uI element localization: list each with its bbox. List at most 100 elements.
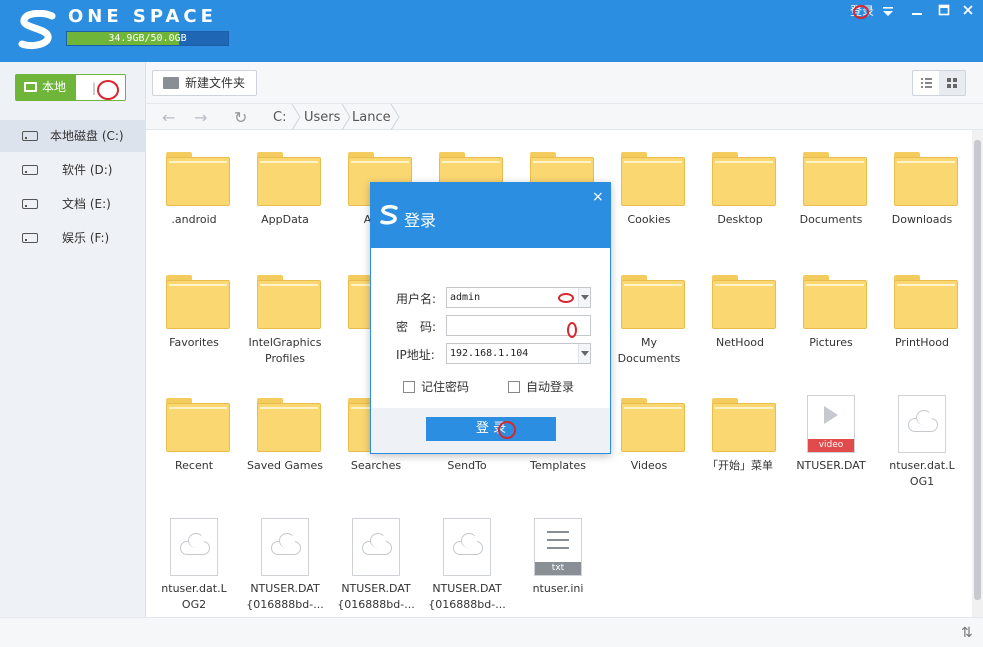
dialog-header: 登录 × (371, 183, 610, 248)
folder-item[interactable]: 「开始」菜单 (695, 398, 785, 498)
maximize-icon[interactable] (938, 1, 950, 19)
item-label: NTUSER.DAT {016888bd-... (246, 582, 324, 611)
password-label: 密 码: (396, 320, 437, 334)
sidebar-item-drive-e[interactable]: 文档 (E:) (0, 188, 146, 220)
item-label: 「开始」菜单 (707, 459, 773, 472)
folder-icon (621, 275, 685, 329)
file-item[interactable]: NTUSER.DAT {016888bd-... (331, 518, 421, 617)
file-item[interactable]: NTUSER.DAT {016888bd-... (422, 518, 512, 617)
file-item[interactable]: NTUSER.DAT {016888bd-... (240, 518, 330, 617)
cloud-file-icon (352, 518, 400, 576)
drive-label: 本地磁盘 (C:) (50, 129, 124, 143)
list-view-icon[interactable] (913, 71, 939, 95)
folder-item[interactable]: IntelGraphics Profiles (240, 275, 330, 375)
scrollbar-thumb[interactable] (974, 140, 981, 600)
remember-password-label: 记住密码 (421, 380, 470, 394)
cloud-file-icon (898, 395, 946, 453)
item-label: NTUSER.DAT (796, 459, 866, 472)
file-item[interactable]: ntuser.dat.L OG2 (149, 518, 239, 617)
checkbox-box[interactable] (508, 381, 520, 393)
storage-usage-bar: 34.9GB/50.0GB (66, 31, 229, 46)
sidebar: 本地 | 本地磁盘 (C:) 软件 (D:) 文档 (E:) 娱乐 (F:) (0, 62, 146, 617)
item-label: .android (171, 213, 217, 226)
file-item[interactable]: ntuser.dat.L OG1 (877, 395, 967, 498)
chevron-down-icon[interactable] (578, 288, 590, 307)
dialog-footer: 登 录 (371, 408, 610, 453)
address-bar: ← → ↻ C: Users Lance (146, 104, 983, 130)
sidebar-item-drive-f[interactable]: 娱乐 (F:) (0, 222, 146, 254)
vertical-scrollbar[interactable] (972, 130, 983, 617)
item-label: PrintHood (894, 336, 950, 349)
folder-item[interactable]: Cookies (604, 152, 694, 252)
folder-item[interactable]: AppData (240, 152, 330, 252)
back-icon[interactable]: ← (162, 108, 175, 127)
chevron-down-icon[interactable] (578, 344, 590, 363)
file-item[interactable]: video NTUSER.DAT (786, 395, 876, 498)
sort-icon[interactable]: ⇅ (961, 625, 973, 641)
ip-address-field[interactable]: 192.168.1.104 (446, 343, 591, 364)
file-type-tag: video (808, 439, 854, 452)
file-type-tag: txt (535, 562, 581, 575)
hard-drive-icon (22, 199, 38, 209)
folder-item[interactable]: Videos (604, 398, 694, 498)
computer-icon (24, 82, 37, 92)
close-icon[interactable] (962, 1, 974, 19)
toggle-local[interactable]: 本地 (16, 75, 76, 100)
remember-password-checkbox[interactable]: 记住密码 (403, 378, 469, 395)
folder-item[interactable]: Pictures (786, 275, 876, 375)
annotation-circle (558, 293, 574, 303)
folder-icon (803, 275, 867, 329)
folder-item[interactable]: My Documents (604, 275, 694, 375)
folder-item[interactable]: NetHood (695, 275, 785, 375)
checkbox-box[interactable] (403, 381, 415, 393)
auto-login-label: 自动登录 (526, 380, 575, 394)
login-button[interactable]: 登 录 (426, 417, 556, 441)
item-label: NTUSER.DAT {016888bd-... (428, 582, 506, 611)
folder-item[interactable]: Saved Games (240, 398, 330, 498)
folder-icon (166, 152, 230, 206)
item-label: Desktop (717, 213, 763, 226)
item-label: Cookies (627, 213, 671, 226)
item-label: Favorites (169, 336, 219, 349)
folder-item[interactable]: .android (149, 152, 239, 252)
grid-view-icon[interactable] (939, 71, 965, 95)
minimize-icon[interactable] (911, 1, 923, 19)
file-item[interactable]: txt ntuser.ini (513, 518, 603, 617)
folder-item[interactable]: Downloads (877, 152, 967, 252)
sidebar-item-drive-d[interactable]: 软件 (D:) (0, 154, 146, 186)
folder-item[interactable]: Recent (149, 398, 239, 498)
dropdown-menu-icon[interactable] (882, 3, 894, 21)
view-switcher (912, 70, 966, 96)
drive-label: 娱乐 (F:) (62, 231, 110, 245)
folder-item[interactable]: Documents (786, 152, 876, 252)
ip-address-value: 192.168.1.104 (450, 348, 529, 359)
hard-drive-icon (22, 131, 38, 141)
folder-icon (257, 152, 321, 206)
folder-icon (894, 275, 958, 329)
forward-icon[interactable]: → (194, 108, 207, 127)
folder-item[interactable]: Favorites (149, 275, 239, 375)
title-bar: ONE SPACE 34.9GB/50.0GB 登录 (0, 0, 983, 62)
toggle-remote-label[interactable]: | (92, 81, 96, 95)
refresh-icon[interactable]: ↻ (234, 108, 247, 127)
breadcrumb-item[interactable]: C: (273, 110, 286, 125)
storage-usage-text: 34.9GB/50.0GB (108, 33, 187, 44)
new-folder-icon (163, 77, 179, 89)
item-label: NetHood (715, 336, 765, 349)
folder-icon (257, 398, 321, 452)
new-folder-button[interactable]: 新建文件夹 (152, 70, 257, 96)
item-label: AppData (261, 213, 309, 226)
folder-item[interactable]: Desktop (695, 152, 785, 252)
toggle-local-label: 本地 (42, 80, 67, 94)
username-label: 用户名: (396, 292, 437, 306)
sidebar-item-drive-c[interactable]: 本地磁盘 (C:) (0, 120, 146, 152)
breadcrumb-item[interactable]: Lance (352, 110, 391, 125)
folder-item[interactable]: PrintHood (877, 275, 967, 375)
dialog-close-icon[interactable]: × (592, 189, 604, 205)
hard-drive-icon (22, 165, 38, 175)
breadcrumb-separator-icon (341, 104, 351, 130)
breadcrumb-item[interactable]: Users (304, 110, 340, 125)
auto-login-checkbox[interactable]: 自动登录 (508, 378, 574, 395)
text-file-icon: txt (534, 518, 582, 576)
item-label: Templates (530, 459, 586, 472)
